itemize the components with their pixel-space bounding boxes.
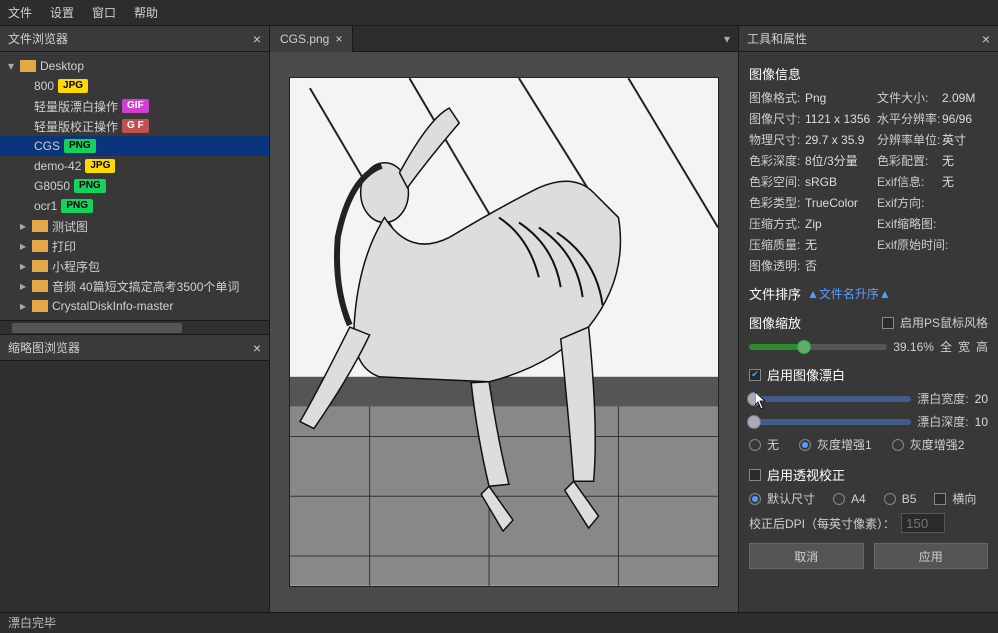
editor-tab[interactable]: CGS.png × bbox=[270, 26, 353, 52]
folder-icon bbox=[32, 240, 48, 252]
file-tree[interactable]: ▾ Desktop 800JPG 轻量版漂白操作GIF 轻量版校正操作G F C… bbox=[0, 52, 269, 320]
zoom-label: 图像缩放 bbox=[749, 313, 801, 332]
chevron-down-icon[interactable]: ▾ bbox=[716, 32, 738, 46]
menu-help[interactable]: 帮助 bbox=[134, 4, 158, 21]
dpi-input[interactable] bbox=[901, 513, 945, 533]
folder-icon bbox=[32, 220, 48, 232]
cancel-button[interactable]: 取消 bbox=[749, 543, 864, 569]
tree-file[interactable]: demo-42JPG bbox=[0, 156, 269, 176]
landscape-checkbox[interactable] bbox=[934, 493, 946, 505]
file-sort-link[interactable]: ▲文件名升序▲ bbox=[807, 285, 891, 302]
tabbar: CGS.png × ▾ bbox=[270, 26, 738, 52]
status-text: 漂白完毕 bbox=[8, 614, 56, 631]
menu-window[interactable]: 窗口 bbox=[92, 4, 116, 21]
expand-icon[interactable]: ▸ bbox=[18, 259, 28, 273]
statusbar: 漂白完毕 bbox=[0, 612, 998, 632]
cursor-icon bbox=[755, 392, 767, 410]
ps-mouse-label: 启用PS鼠标风格 bbox=[900, 314, 988, 331]
image-preview bbox=[289, 77, 719, 587]
zoom-tall[interactable]: 高 bbox=[976, 338, 988, 355]
thumbnail-browser-panel: 缩略图浏览器 × bbox=[0, 334, 270, 612]
tools-title: 工具和属性 bbox=[747, 30, 807, 47]
tree-folder[interactable]: ▸小程序包 bbox=[0, 256, 269, 276]
folder-icon bbox=[32, 280, 48, 292]
tree-folder[interactable]: ▸测试图 bbox=[0, 216, 269, 236]
expand-icon[interactable]: ▸ bbox=[18, 219, 28, 233]
expand-icon[interactable]: ▸ bbox=[18, 299, 28, 313]
bleach-depth-slider[interactable] bbox=[749, 419, 911, 425]
radio-none[interactable] bbox=[749, 439, 761, 451]
thumbnail-area[interactable] bbox=[0, 361, 269, 612]
enable-bleach-label: 启用图像漂白 bbox=[767, 365, 845, 384]
tree-file-selected[interactable]: CGSPNG bbox=[0, 136, 269, 156]
menu-settings[interactable]: 设置 bbox=[50, 4, 74, 21]
gif-badge: GIF bbox=[122, 99, 149, 113]
radio-b5[interactable] bbox=[884, 493, 896, 505]
tree-file[interactable]: 800JPG bbox=[0, 76, 269, 96]
menu-file[interactable]: 文件 bbox=[8, 4, 32, 21]
png-badge: PNG bbox=[61, 199, 93, 213]
folder-icon bbox=[20, 60, 36, 72]
tree-root[interactable]: ▾ Desktop bbox=[0, 56, 269, 76]
radio-gray2[interactable] bbox=[892, 439, 904, 451]
bleach-width-slider[interactable] bbox=[749, 396, 911, 402]
folder-icon bbox=[32, 260, 48, 272]
menubar: 文件 设置 窗口 帮助 bbox=[0, 0, 998, 26]
enable-bleach-checkbox[interactable] bbox=[749, 369, 761, 381]
zoom-wide[interactable]: 宽 bbox=[958, 338, 970, 355]
tree-folder[interactable]: ▸打印 bbox=[0, 236, 269, 256]
ps-mouse-checkbox[interactable] bbox=[882, 317, 894, 329]
hscrollbar[interactable] bbox=[0, 320, 269, 334]
close-icon[interactable]: × bbox=[253, 31, 261, 47]
expand-icon[interactable]: ▸ bbox=[18, 239, 28, 253]
png-badge: PNG bbox=[74, 179, 106, 193]
close-icon[interactable]: × bbox=[253, 340, 261, 356]
tree-root-label: Desktop bbox=[40, 59, 84, 73]
tree-file[interactable]: 轻量版漂白操作GIF bbox=[0, 96, 269, 116]
radio-a4[interactable] bbox=[833, 493, 845, 505]
apply-button[interactable]: 应用 bbox=[874, 543, 989, 569]
tools-properties-panel: 工具和属性 × 图像信息 图像格式:Png 文件大小:2.09M 图像尺寸:11… bbox=[738, 26, 998, 612]
zoom-slider[interactable] bbox=[749, 344, 887, 350]
close-icon[interactable]: × bbox=[335, 32, 342, 46]
tree-file[interactable]: 轻量版校正操作G F bbox=[0, 116, 269, 136]
tree-folder[interactable]: ▸CrystalDiskInfo-master bbox=[0, 296, 269, 316]
radio-default-size[interactable] bbox=[749, 493, 761, 505]
gf-badge: G F bbox=[122, 119, 149, 133]
file-sort-label: 文件排序 bbox=[749, 284, 801, 303]
tree-file[interactable]: G8050PNG bbox=[0, 176, 269, 196]
image-info-title: 图像信息 bbox=[749, 64, 988, 83]
thumbnail-browser-title: 缩略图浏览器 bbox=[8, 339, 80, 356]
file-browser-title: 文件浏览器 bbox=[8, 30, 68, 47]
close-icon[interactable]: × bbox=[982, 31, 990, 47]
radio-gray1[interactable] bbox=[799, 439, 811, 451]
zoom-full[interactable]: 全 bbox=[940, 338, 952, 355]
jpg-badge: JPG bbox=[85, 159, 115, 173]
image-info: 图像格式:Png 文件大小:2.09M 图像尺寸:1121 x 1356 水平分… bbox=[749, 89, 988, 274]
png-badge: PNG bbox=[64, 139, 96, 153]
enable-perspective-checkbox[interactable] bbox=[749, 469, 761, 481]
tab-label: CGS.png bbox=[280, 32, 329, 46]
file-browser-panel: 文件浏览器 × ▾ Desktop 800JPG 轻量版漂白操作GIF 轻量版校… bbox=[0, 26, 270, 334]
expand-icon[interactable]: ▸ bbox=[18, 279, 28, 293]
enable-perspective-label: 启用透视校正 bbox=[767, 465, 845, 484]
jpg-badge: JPG bbox=[58, 79, 88, 93]
collapse-icon[interactable]: ▾ bbox=[6, 59, 16, 73]
tree-file[interactable]: ocr1PNG bbox=[0, 196, 269, 216]
dpi-label: 校正后DPI（每英寸像素）： bbox=[749, 515, 895, 532]
folder-icon bbox=[32, 300, 48, 312]
zoom-percent: 39.16% bbox=[893, 340, 934, 354]
tree-folder[interactable]: ▸音频 40篇短文搞定高考3500个单词 bbox=[0, 276, 269, 296]
image-canvas[interactable] bbox=[270, 52, 738, 612]
